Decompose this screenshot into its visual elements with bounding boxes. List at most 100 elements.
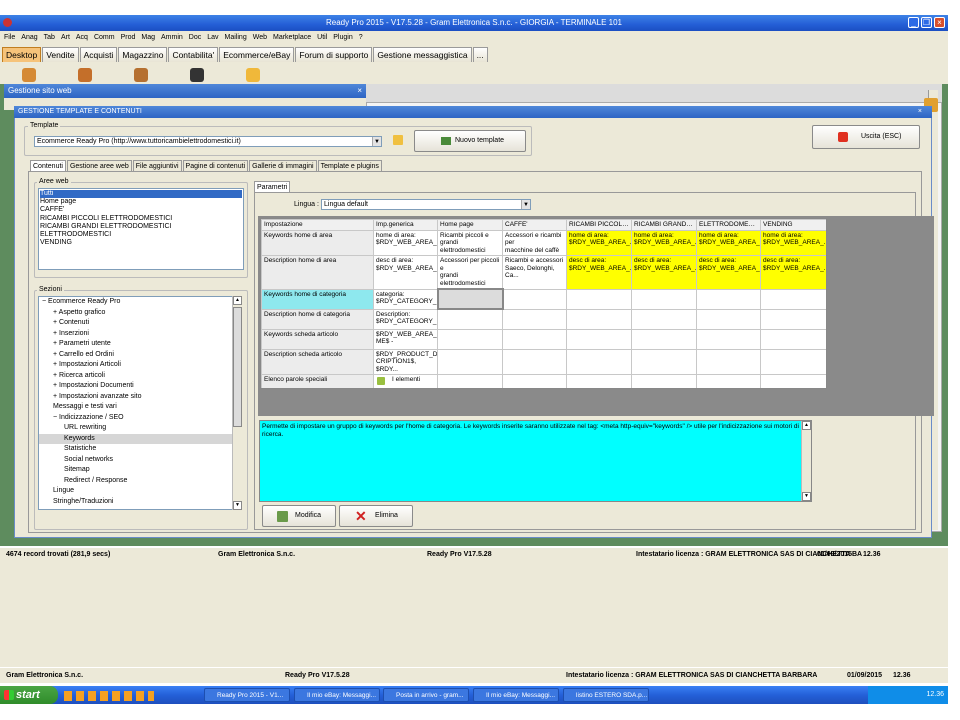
- aree-web-list[interactable]: Tutti Home page CAFFE' RICAMBI PICCOLI ELET…: [38, 188, 244, 270]
- grid-cell[interactable]: home di area: $RDY_WEB_AREA_...: [566, 229, 632, 256]
- grid-cell[interactable]: [631, 348, 697, 375]
- close-button[interactable]: ×: [934, 17, 945, 28]
- table-row[interactable]: Keywords home di categoria categoria: $RD…: [261, 288, 826, 310]
- grid-cell[interactable]: Accessori e ricambi per macchine del caf…: [502, 229, 567, 256]
- menu-item-web[interactable]: Web: [253, 34, 267, 41]
- grid-cell[interactable]: [631, 374, 697, 388]
- taskbar-item[interactable]: listino ESTERO SDA.p...: [563, 688, 649, 702]
- grid-cell[interactable]: [566, 374, 632, 388]
- template-window-close-icon[interactable]: ×: [918, 106, 922, 118]
- tab-gestione-messaggistica[interactable]: Gestione messaggistica: [373, 47, 472, 62]
- menu-item-prod[interactable]: Prod: [121, 34, 136, 41]
- grid-cell[interactable]: [502, 308, 567, 330]
- grid-cell[interactable]: home di area: $RDY_WEB_AREA_...: [760, 229, 826, 256]
- grid-cell[interactable]: [437, 308, 503, 330]
- grid-cell[interactable]: [566, 308, 632, 330]
- scroll-down-icon[interactable]: ▼: [233, 501, 242, 510]
- menu-item-art[interactable]: Art: [61, 34, 70, 41]
- grid-cell[interactable]: home di area: $RDY_WEB_AREA_...: [631, 229, 697, 256]
- tree-item[interactable]: + Parametri utente: [39, 339, 241, 350]
- grid-cell[interactable]: [436, 288, 504, 310]
- grid-cell[interactable]: [566, 328, 632, 350]
- grid-header-cell[interactable]: RICAMBI GRANDI E...: [631, 219, 697, 231]
- grid-header-cell[interactable]: VENDING: [760, 219, 826, 231]
- table-row[interactable]: Keywords scheda articolo$RDY_WEB_AREA_NA…: [261, 328, 826, 350]
- tree-item[interactable]: + Inserzioni: [39, 329, 241, 340]
- scroll-up-icon[interactable]: ▲: [802, 421, 811, 430]
- grid-cell[interactable]: [760, 308, 826, 330]
- description-scrollbar[interactable]: ▲ ▼: [801, 421, 811, 501]
- grid-cell[interactable]: [566, 288, 632, 310]
- tree-item[interactable]: − Ecommerce Ready Pro: [39, 297, 241, 308]
- grid-header-cell[interactable]: Home page: [437, 219, 503, 231]
- tree-item[interactable]: Messaggi e testi vari: [39, 402, 241, 413]
- maximize-button[interactable]: ❐: [921, 17, 932, 28]
- minimize-button[interactable]: _: [908, 17, 919, 28]
- grid-cell[interactable]: [502, 348, 567, 375]
- grid-cell[interactable]: $RDY_WEB_AREA_NA ME$ -: [373, 328, 438, 350]
- tree-item[interactable]: URL rewriting: [39, 423, 241, 434]
- list-item[interactable]: ELETTRODOMESTICI: [40, 231, 242, 239]
- tab-ecommerce-ebay[interactable]: Ecommerce/eBay: [219, 47, 295, 62]
- tree-item[interactable]: + Impostazioni avanzate sito: [39, 392, 241, 403]
- tab-contabilita-[interactable]: Contabilita': [168, 47, 219, 62]
- taskbar-item[interactable]: Il mio eBay: Messaggi...: [294, 688, 380, 702]
- taskbar-item[interactable]: Ready Pro 2015 - V1...: [204, 688, 290, 702]
- grid-cell[interactable]: [760, 374, 826, 388]
- grid-cell[interactable]: [502, 288, 567, 310]
- tree-item[interactable]: Redirect / Response: [39, 476, 241, 487]
- grid-cell[interactable]: [696, 374, 761, 388]
- list-item[interactable]: VENDING: [40, 239, 242, 247]
- tree-item[interactable]: + Impostazioni Documenti: [39, 381, 241, 392]
- uscita-button[interactable]: Uscita (ESC): [812, 125, 920, 149]
- tab-file-aggiuntivi[interactable]: File aggiuntivi: [132, 160, 182, 171]
- grid-cell[interactable]: [631, 288, 697, 310]
- grid-cell[interactable]: [437, 348, 503, 375]
- table-row[interactable]: Description scheda articolo $RDY_PRODUCT_…: [261, 348, 826, 375]
- menu-item-[interactable]: ?: [359, 34, 363, 41]
- tab--[interactable]: ...: [472, 47, 488, 62]
- folder-open-icon[interactable]: [393, 135, 403, 145]
- grid-cell[interactable]: desc di area: $RDY_WEB_AREA_...: [631, 255, 697, 290]
- menu-item-plugin[interactable]: Plugin: [333, 34, 352, 41]
- table-row[interactable]: Description home di area desc di area: $R…: [261, 255, 826, 290]
- menu-item-util[interactable]: Util: [317, 34, 327, 41]
- grid-cell[interactable]: [502, 328, 567, 350]
- menu-item-mag[interactable]: Mag: [141, 34, 155, 41]
- tab-desktop[interactable]: Desktop: [2, 47, 42, 62]
- elimina-button[interactable]: ✕ Elimina: [339, 505, 413, 527]
- grid-header-cell[interactable]: Impostazione: [261, 219, 374, 231]
- table-row[interactable]: Elenco parole speciali I elementi: [261, 374, 826, 388]
- grid-cell[interactable]: [502, 374, 567, 388]
- grid-header-cell[interactable]: Imp.generica: [373, 219, 438, 231]
- grid-cell[interactable]: [760, 288, 826, 310]
- grid-cell[interactable]: [696, 348, 761, 375]
- grid-cell[interactable]: I elementi: [373, 374, 438, 388]
- sezioni-tree[interactable]: − Ecommerce Ready Pro + Aspetto grafico + …: [38, 296, 242, 510]
- list-item[interactable]: RICAMBI PICCOLI ELETTRODOMESTICI: [40, 215, 242, 223]
- grid-cell[interactable]: [437, 374, 503, 388]
- tree-item[interactable]: − Indicizzazione / SEO: [39, 413, 241, 424]
- tree-item[interactable]: Stringhe/Traduzioni: [39, 497, 241, 508]
- grid-cell[interactable]: [696, 328, 761, 350]
- grid-cell[interactable]: $RDY_PRODUCT_DES CRIPTION1$, $RDY...: [373, 348, 438, 375]
- menu-item-marketplace[interactable]: Marketplace: [273, 34, 311, 41]
- menu-item-ammin[interactable]: Ammin: [161, 34, 183, 41]
- scroll-down-icon[interactable]: ▼: [802, 492, 811, 501]
- menu-item-comm[interactable]: Comm: [94, 34, 115, 41]
- grid-cell[interactable]: [760, 328, 826, 350]
- grid-cell[interactable]: home di area: $RDY_WEB_AREA_...: [373, 229, 438, 256]
- tree-item[interactable]: + Aspetto grafico: [39, 308, 241, 319]
- grid-cell[interactable]: desc di area: $RDY_WEB_AREA_...: [696, 255, 761, 290]
- list-item[interactable]: RICAMBI GRANDI ELETTRODOMESTICI: [40, 223, 242, 231]
- menu-item-doc[interactable]: Doc: [189, 34, 201, 41]
- taskbar-item[interactable]: Posta in arrivo - gram...: [383, 688, 469, 702]
- nuovo-template-button[interactable]: Nuovo template: [414, 130, 526, 152]
- list-item[interactable]: CAFFE': [40, 206, 242, 214]
- menu-item-tab[interactable]: Tab: [44, 34, 55, 41]
- grid-cell[interactable]: [696, 288, 761, 310]
- subwindow-close-icon[interactable]: ×: [357, 84, 362, 98]
- tree-item[interactable]: + Ricerca articoli: [39, 371, 241, 382]
- grid-cell[interactable]: [437, 328, 503, 350]
- list-item[interactable]: Home page: [40, 198, 242, 206]
